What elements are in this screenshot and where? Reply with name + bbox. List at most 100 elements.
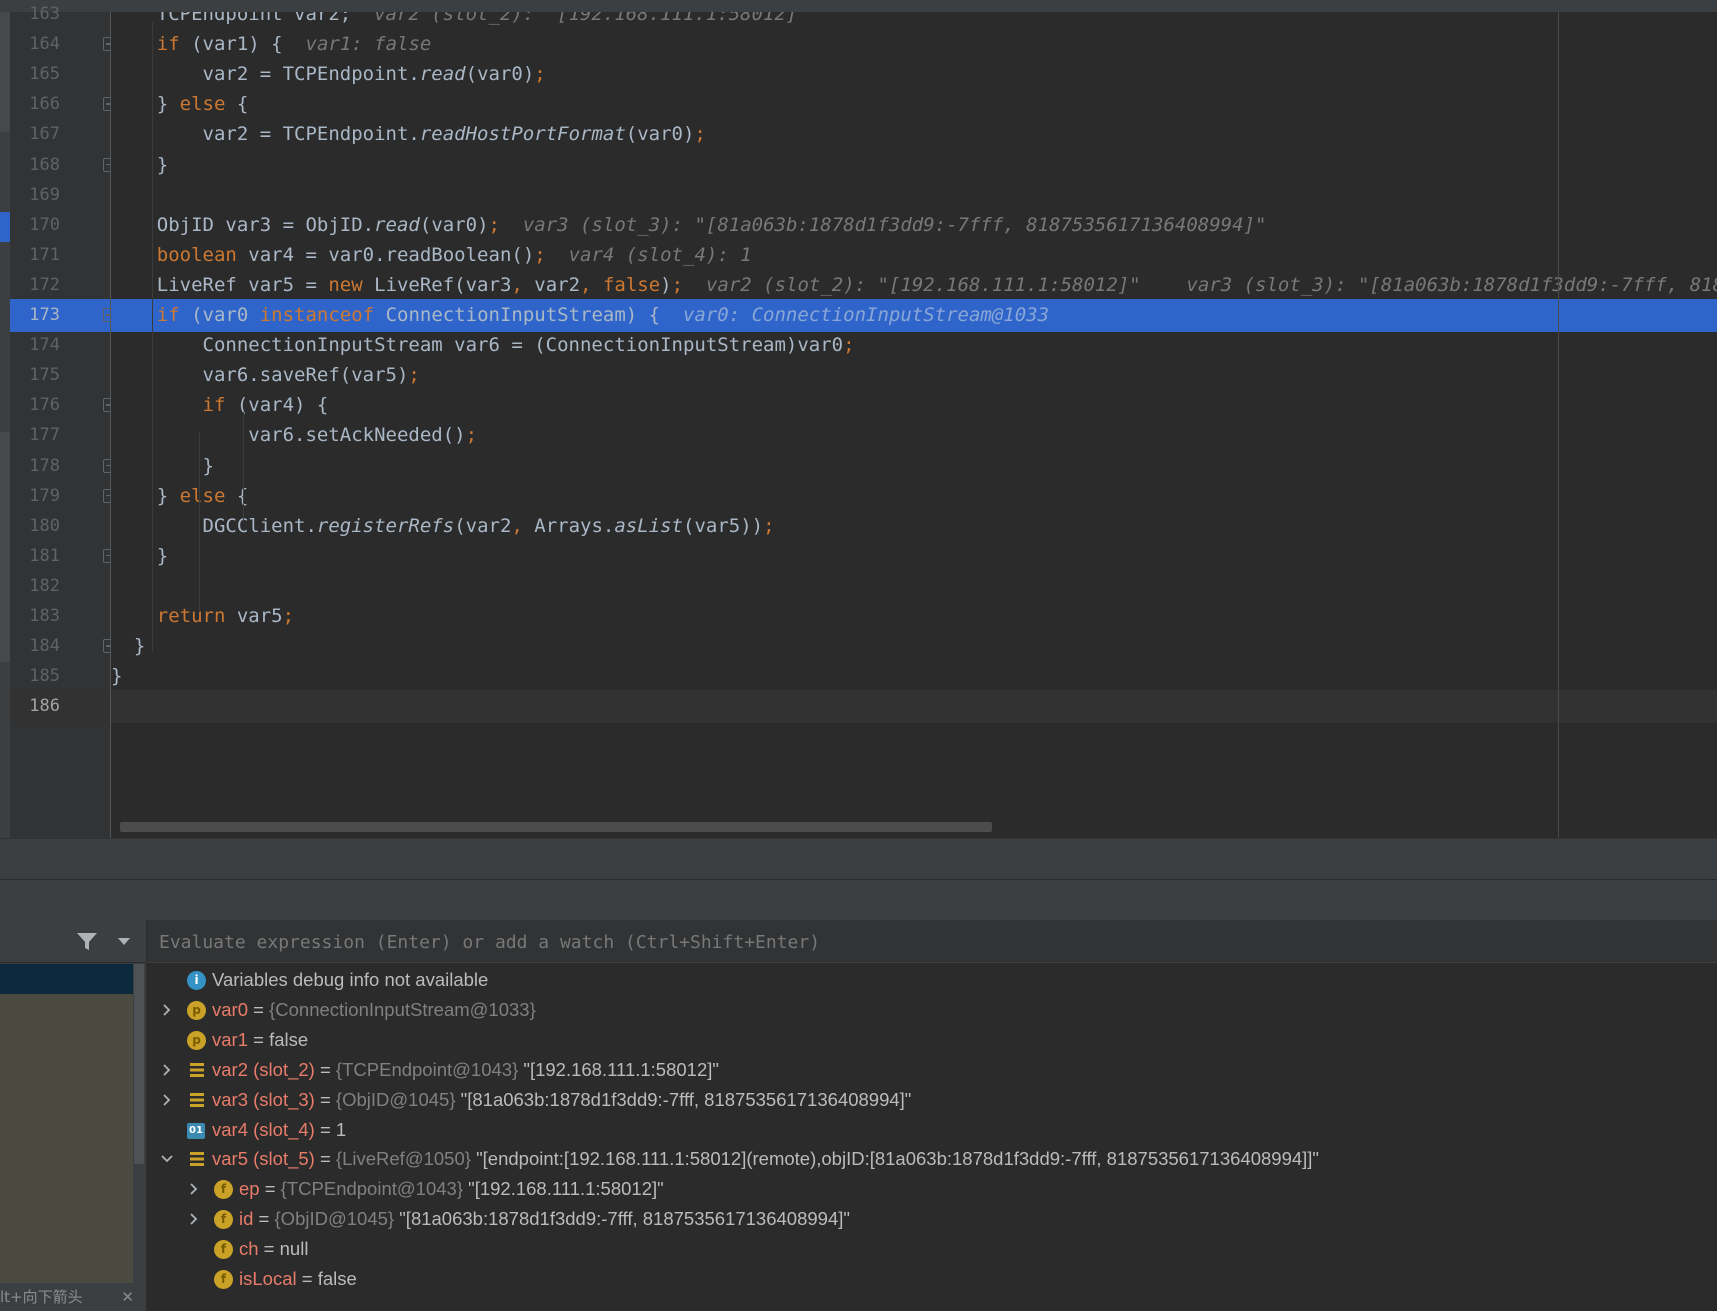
line-number[interactable]: 173 — [10, 299, 115, 332]
line-number[interactable]: 185 — [10, 660, 110, 693]
line-number[interactable]: 182 — [10, 570, 110, 603]
evaluate-expression-input[interactable] — [157, 926, 1561, 958]
chevron-right-icon[interactable] — [160, 995, 174, 1025]
chevron-right-icon[interactable] — [187, 1174, 201, 1204]
shortcut-hint-text: lt+向下箭头 — [0, 1288, 83, 1306]
code-line[interactable] — [111, 179, 1717, 212]
line-number[interactable]: 169 — [10, 179, 110, 212]
code-line[interactable]: if (var4) { — [111, 389, 1717, 422]
code-line[interactable]: } — [111, 540, 1717, 573]
code-token: (var0 — [179, 304, 260, 326]
line-number[interactable]: 184 — [10, 630, 115, 663]
frames-scrollbar[interactable] — [134, 964, 144, 1164]
code-keyword: , — [511, 273, 523, 296]
code-token: var6.setAckNeeded() — [111, 424, 466, 447]
info-icon: i — [187, 971, 206, 990]
code-token: ObjID var3 = ObjID. — [111, 213, 375, 236]
code-line[interactable]: } — [111, 630, 1717, 663]
code-keyword: boolean — [156, 243, 237, 266]
line-number[interactable]: 176 — [10, 389, 115, 422]
code-line[interactable]: } — [111, 450, 1717, 483]
code-line[interactable]: ConnectionInputStream var6 = (Connection… — [111, 329, 1717, 362]
line-number[interactable]: 172 — [10, 269, 110, 302]
variable-row[interactable]: f ch = null — [147, 1234, 1717, 1264]
chevron-down-icon[interactable] — [118, 938, 130, 945]
code-line[interactable]: } — [111, 149, 1717, 182]
code-line[interactable]: var2 = TCPEndpoint.readHostPortFormat(va… — [111, 118, 1717, 151]
code-line[interactable]: boolean var4 = var0.readBoolean(); var4 … — [111, 239, 1717, 272]
code-token: read — [419, 63, 466, 86]
variable-row[interactable]: f ep = {TCPEndpoint@1043} "[192.168.111.1… — [147, 1174, 1717, 1204]
chevron-right-icon[interactable] — [160, 1055, 174, 1085]
variable-row[interactable]: p var0 = {ConnectionInputStream@1033} — [147, 995, 1717, 1025]
line-number[interactable]: 164 — [10, 28, 115, 61]
info-row[interactable]: i Variables debug info not available — [147, 965, 1717, 995]
horizontal-scrollbar[interactable] — [120, 822, 992, 832]
code-line[interactable]: ObjID var3 = ObjID.read(var0); var3 (slo… — [111, 209, 1717, 242]
chevron-right-icon[interactable] — [160, 1085, 174, 1115]
variable-type: {LiveRef@1050} — [335, 1148, 471, 1170]
info-message: Variables debug info not available — [212, 969, 489, 990]
line-number[interactable]: 166 — [10, 88, 115, 121]
line-number[interactable]: 186 — [10, 690, 110, 724]
variable-row[interactable]: var3 (slot_3) = {ObjID@1045} "[81a063b:1… — [147, 1085, 1717, 1115]
code-line[interactable]: var6.saveRef(var5); — [111, 359, 1717, 392]
line-number-label: 181 — [29, 545, 60, 566]
field-icon: f — [214, 1240, 233, 1260]
variable-name: var4 (slot_4) — [212, 1118, 315, 1140]
variable-row[interactable]: var5 (slot_5) = {LiveRef@1050} "[endpoin… — [147, 1144, 1717, 1174]
frames-list[interactable] — [0, 994, 133, 1294]
line-number[interactable]: 165 — [10, 58, 110, 91]
line-number[interactable]: 168 — [10, 149, 115, 182]
debug-tool-window-header — [0, 838, 1717, 879]
filter-icon[interactable] — [76, 932, 98, 952]
code-token: var2 — [522, 273, 581, 296]
chevron-down-icon[interactable] — [160, 1144, 174, 1174]
code-line[interactable]: return var5; — [111, 600, 1717, 633]
line-number[interactable]: 183 — [10, 600, 110, 633]
line-number-label: 166 — [29, 94, 60, 115]
code-line[interactable]: var6.setAckNeeded(); — [111, 419, 1717, 452]
line-number[interactable]: 177 — [10, 419, 110, 452]
code-line[interactable]: } else { — [111, 480, 1717, 513]
close-icon[interactable]: ✕ — [121, 1283, 134, 1311]
code-token: (var0) — [625, 123, 695, 146]
line-number[interactable]: 181 — [10, 540, 115, 573]
variable-name: var3 (slot_3) — [212, 1088, 315, 1110]
chevron-right-icon[interactable] — [187, 1204, 201, 1234]
parameter-icon: p — [187, 1000, 206, 1020]
variable-row[interactable]: 01 var4 (slot_4) = 1 — [147, 1115, 1717, 1145]
line-number[interactable]: 170 — [10, 209, 110, 242]
line-number[interactable]: 178 — [10, 450, 115, 483]
code-keyword: return — [156, 605, 226, 627]
code-line[interactable]: if (var0 instanceof ConnectionInputStrea… — [111, 299, 1717, 332]
variable-row[interactable]: var2 (slot_2) = {TCPEndpoint@1043} "[192… — [147, 1055, 1717, 1085]
line-number[interactable]: 171 — [10, 239, 110, 272]
line-number[interactable]: 174 — [10, 329, 110, 362]
code-token: } — [111, 153, 169, 176]
variable-text: var4 (slot_4) = 1 — [212, 1115, 346, 1145]
code-editor[interactable]: TCPEndpoint var2; var2 (slot_2): "[192.1… — [111, 12, 1717, 838]
code-line[interactable] — [111, 690, 1717, 724]
line-number[interactable]: 179 — [10, 480, 115, 513]
variable-row[interactable]: f isLocal = false — [147, 1264, 1717, 1294]
code-line[interactable]: LiveRef var5 = new LiveRef(var3, var2, f… — [111, 269, 1717, 302]
equals-sign: = — [248, 998, 270, 1020]
frame-item-selected[interactable] — [0, 964, 133, 994]
line-number[interactable]: 167 — [10, 118, 110, 151]
code-line[interactable]: } else { — [111, 88, 1717, 121]
code-token: (var2 — [454, 514, 512, 537]
code-line[interactable]: var2 = TCPEndpoint.read(var0); — [111, 58, 1717, 91]
line-number[interactable]: 175 — [10, 359, 110, 392]
code-line[interactable]: if (var1) { var1: false — [111, 28, 1717, 61]
code-line[interactable]: } — [111, 660, 1717, 693]
code-keyword: , — [511, 514, 523, 537]
line-number[interactable]: 180 — [10, 510, 110, 543]
variable-row[interactable]: f id = {ObjID@1045} "[81a063b:1878d1f3dd9… — [147, 1204, 1717, 1234]
code-line[interactable]: DGCClient.registerRefs(var2, Arrays.asLi… — [111, 510, 1717, 543]
variable-row[interactable]: p var1 = false — [147, 1025, 1717, 1055]
line-number[interactable]: 163 — [10, 0, 110, 31]
code-line[interactable] — [111, 570, 1717, 603]
